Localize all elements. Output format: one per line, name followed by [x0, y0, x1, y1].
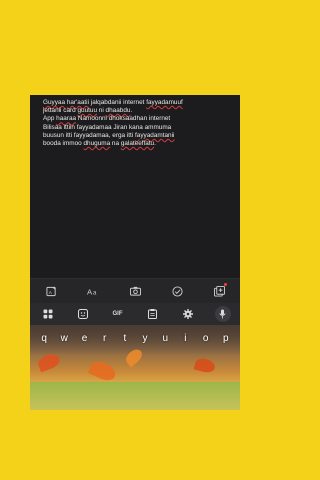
misspelled-word[interactable]: fayyadamuuf	[146, 99, 183, 106]
background-top	[0, 0, 270, 95]
editor-line: jettanii card guutuu ni dhaabdu.	[43, 107, 133, 115]
text-format-icon[interactable]: Aa	[86, 284, 100, 298]
misspelled-word[interactable]: dhuguma	[84, 140, 111, 147]
leaf-decoration	[193, 356, 217, 375]
camera-icon[interactable]	[128, 284, 142, 298]
background-bottom	[0, 410, 270, 480]
checkmark-circle-icon[interactable]	[170, 284, 184, 298]
key-y[interactable]: y	[137, 329, 154, 347]
key-r[interactable]: r	[96, 329, 113, 347]
key-p[interactable]: p	[217, 329, 234, 347]
key-e[interactable]: e	[76, 329, 93, 347]
misspelled-word[interactable]: galateeffatu	[121, 140, 154, 147]
notification-dot	[224, 283, 227, 286]
editor-line: booda immoo dhuguma na galateeffatu.	[43, 140, 156, 148]
key-i[interactable]: i	[177, 329, 194, 347]
format-toolbar: A Aa	[30, 278, 240, 303]
settings-gear-icon[interactable]	[180, 306, 196, 322]
misspelled-word[interactable]: har'aatii	[67, 99, 89, 106]
ai-text-icon[interactable]: A	[44, 284, 58, 298]
editor-line: App haaraa Namoonni dhoksaadhan internet	[43, 115, 171, 123]
microphone-button[interactable]	[214, 306, 231, 322]
editor-line: buusun itti fayyadamaa, erga itti fayyad…	[43, 131, 175, 139]
key-u[interactable]: u	[157, 329, 174, 347]
key-o[interactable]: o	[197, 329, 214, 347]
apps-grid-icon[interactable]	[40, 306, 56, 322]
keyboard: GIF q w e r t y u i o p	[30, 303, 240, 410]
misspelled-word[interactable]: guutuu	[77, 107, 97, 114]
clipboard-icon[interactable]	[145, 306, 161, 322]
editor-line: Bilisaa ittiin fayyadamaa Jiran kana amm…	[43, 123, 172, 131]
gif-icon[interactable]: GIF	[110, 306, 126, 322]
misspelled-word[interactable]: dhaabdu	[106, 107, 131, 114]
svg-text:a: a	[93, 290, 97, 296]
image-add-icon[interactable]	[212, 283, 227, 298]
key-q[interactable]: q	[36, 329, 53, 347]
grass-decoration	[30, 382, 240, 410]
leaf-decoration	[87, 358, 119, 384]
misspelled-word[interactable]: Guyyaa	[43, 99, 65, 106]
misspelled-word[interactable]: haaraa	[56, 115, 76, 122]
message-editor[interactable]: Guyyaa har'aatii jalqabdanii internet fa…	[30, 95, 240, 275]
microphone-icon	[214, 306, 231, 322]
key-t[interactable]: t	[116, 329, 133, 347]
keyboard-row-1: q w e r t y u i o p	[30, 329, 240, 347]
phone-screen: Guyyaa har'aatii jalqabdanii internet fa…	[30, 95, 240, 410]
misspelled-word[interactable]: fayyadamtanii	[135, 132, 174, 139]
sticker-icon[interactable]	[75, 306, 91, 322]
svg-text:A: A	[48, 289, 52, 294]
key-w[interactable]: w	[56, 329, 73, 347]
svg-text:A: A	[87, 287, 93, 296]
keyboard-toolbar: GIF	[30, 303, 240, 325]
editor-line: Guyyaa har'aatii jalqabdanii internet fa…	[43, 99, 183, 106]
